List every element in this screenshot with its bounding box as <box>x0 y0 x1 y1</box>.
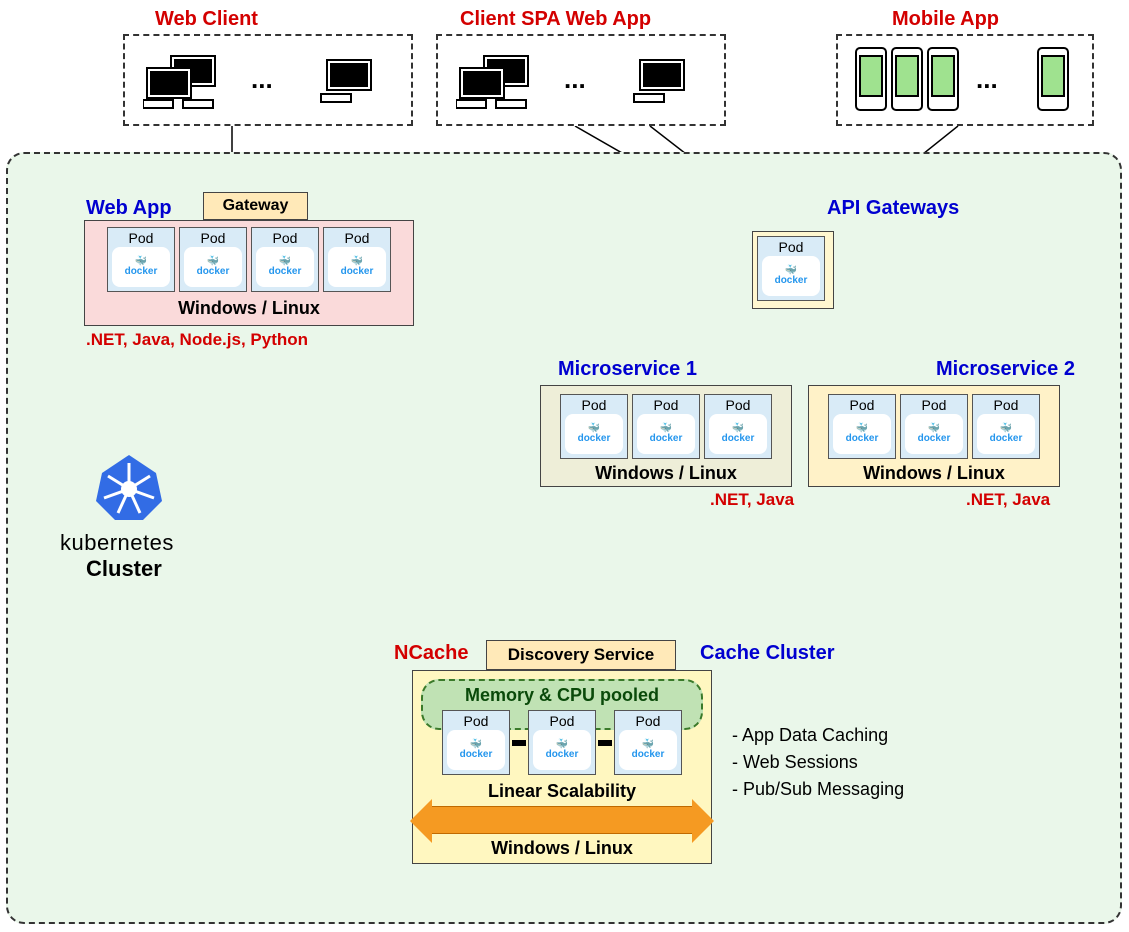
ms1-title: Microservice 1 <box>558 358 697 381</box>
web-client-box: ... <box>123 34 413 126</box>
computers-icon <box>143 54 229 110</box>
ncache-box: Memory & CPU pooled Pod 🐳docker Pod 🐳docke… <box>412 670 712 864</box>
pod-label: Pod <box>975 397 1037 413</box>
pod-label: Pod <box>617 713 679 729</box>
docker-icon: 🐳docker <box>341 257 374 277</box>
webapp-title: Web App <box>86 197 172 220</box>
ellipsis-icon: ... <box>251 64 273 95</box>
cache-cluster-label: Cache Cluster <box>700 642 835 665</box>
pod: Pod 🐳docker <box>179 227 247 292</box>
diagram-stage: Web Client Client SPA Web App Mobile App… <box>0 0 1129 932</box>
pod: Pod 🐳docker <box>704 394 772 459</box>
pod: Pod 🐳docker <box>614 710 682 775</box>
gateway-tab: Gateway <box>203 192 308 220</box>
spa-box: ... <box>436 34 726 126</box>
pod-label: Pod <box>254 230 316 246</box>
feature-item: - Pub/Sub Messaging <box>732 776 904 803</box>
pod-label: Pod <box>531 713 593 729</box>
ms1-os: Windows / Linux <box>547 463 785 484</box>
pod: Pod 🐳docker <box>972 394 1040 459</box>
ms2-os: Windows / Linux <box>815 463 1053 484</box>
docker-icon: 🐳docker <box>460 740 493 760</box>
pod-label: Pod <box>326 230 388 246</box>
pod-label: Pod <box>563 397 625 413</box>
docker-icon: 🐳docker <box>632 740 665 760</box>
docker-icon: 🐳docker <box>775 266 808 286</box>
docker-icon: 🐳docker <box>990 424 1023 444</box>
docker-icon: 🐳docker <box>125 257 158 277</box>
pod: Pod 🐳docker <box>828 394 896 459</box>
pod: Pod 🐳docker <box>632 394 700 459</box>
webapp-langs: .NET, Java, Node.js, Python <box>86 330 308 350</box>
docker-icon: 🐳docker <box>846 424 879 444</box>
linear-scalability: Linear Scalability <box>421 781 703 802</box>
pod-label: Pod <box>903 397 965 413</box>
ncache-label: NCache <box>394 642 468 665</box>
feature-list: - App Data Caching - Web Sessions - Pub/… <box>732 722 904 803</box>
docker-icon: 🐳docker <box>197 257 230 277</box>
docker-icon: 🐳docker <box>269 257 302 277</box>
pod: Pod 🐳docker <box>560 394 628 459</box>
api-gateway-box: Pod 🐳docker <box>752 231 834 309</box>
docker-icon: 🐳docker <box>918 424 951 444</box>
pod: Pod 🐳docker <box>107 227 175 292</box>
k8s-wheel-icon <box>90 450 168 533</box>
pod-label: Pod <box>760 239 822 255</box>
ms2-title: Microservice 2 <box>936 358 1075 381</box>
pod: Pod 🐳docker <box>323 227 391 292</box>
computer-icon <box>317 54 387 110</box>
pod: Pod 🐳docker <box>251 227 319 292</box>
pod-label: Pod <box>831 397 893 413</box>
k8s-cluster-label: Cluster <box>86 556 162 582</box>
phone-icon <box>1034 46 1074 116</box>
discovery-tab: Discovery Service <box>486 640 676 670</box>
pooled-label: Memory & CPU pooled <box>465 685 659 705</box>
docker-icon: 🐳docker <box>650 424 683 444</box>
pod: Pod 🐳docker <box>528 710 596 775</box>
pod-label: Pod <box>445 713 507 729</box>
pod: Pod 🐳docker <box>757 236 825 301</box>
computer-icon <box>630 54 700 110</box>
ms2-langs: .NET, Java <box>966 490 1050 510</box>
api-title: API Gateways <box>827 197 959 220</box>
pod-label: Pod <box>635 397 697 413</box>
pod: Pod 🐳docker <box>900 394 968 459</box>
ms1-langs: .NET, Java <box>710 490 794 510</box>
computers-icon <box>456 54 542 110</box>
ellipsis-icon: ... <box>564 64 586 95</box>
ellipsis-icon: ... <box>976 64 998 95</box>
docker-icon: 🐳docker <box>578 424 611 444</box>
docker-icon: 🐳docker <box>546 740 579 760</box>
scalability-arrow-icon <box>431 806 693 834</box>
mobile-box: ... <box>836 34 1094 126</box>
pod-label: Pod <box>182 230 244 246</box>
spa-title: Client SPA Web App <box>460 8 651 31</box>
k8s-label: kubernetes <box>60 530 174 556</box>
pod: Pod 🐳docker <box>442 710 510 775</box>
mobile-title: Mobile App <box>892 8 999 31</box>
pod-label: Pod <box>110 230 172 246</box>
pod-label: Pod <box>707 397 769 413</box>
webapp-os: Windows / Linux <box>89 298 409 319</box>
feature-item: - App Data Caching <box>732 722 904 749</box>
webapp-box: Pod 🐳docker Pod 🐳docker Pod 🐳docker Pod 🐳doc… <box>84 220 414 326</box>
phones-icon <box>852 46 962 116</box>
docker-icon: 🐳docker <box>722 424 755 444</box>
ncache-os: Windows / Linux <box>421 838 703 859</box>
ms2-box: Pod 🐳docker Pod 🐳docker Pod 🐳docker Windows… <box>808 385 1060 487</box>
feature-item: - Web Sessions <box>732 749 904 776</box>
web-client-title: Web Client <box>155 8 258 31</box>
ms1-box: Pod 🐳docker Pod 🐳docker Pod 🐳docker Windows… <box>540 385 792 487</box>
